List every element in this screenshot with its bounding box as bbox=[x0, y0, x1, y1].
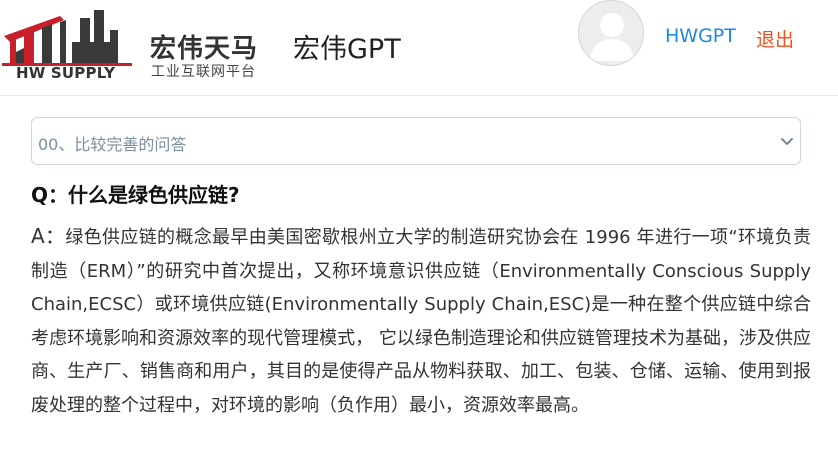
answer-text: 绿色供应链的概念最早由美国密歇根州立大学的制造研究协会在 1996 年进行一项“… bbox=[31, 227, 811, 416]
company-tagline: 工业互联网平台 bbox=[151, 64, 256, 80]
chevron-down-icon bbox=[781, 138, 793, 145]
user-link[interactable]: HWGPT bbox=[665, 25, 736, 47]
avatar[interactable] bbox=[578, 0, 644, 66]
logout-link[interactable]: 退出 bbox=[756, 25, 794, 52]
answer-block: A：绿色供应链的概念最早由美国密歇根州立大学的制造研究协会在 1996 年进行一… bbox=[31, 220, 811, 422]
company-name: 宏伟天马 bbox=[150, 34, 259, 64]
question-text: Q：什么是绿色供应链? bbox=[31, 183, 240, 207]
brand-sub-label: HW SUPPLY bbox=[16, 64, 116, 82]
header-divider bbox=[0, 95, 838, 96]
user-icon bbox=[590, 13, 634, 61]
app-title: 宏伟GPT bbox=[293, 34, 401, 65]
answer-prefix: A： bbox=[31, 224, 66, 248]
logo-graphic bbox=[2, 10, 132, 66]
qa-select-value: 00、比较完善的问答 bbox=[38, 135, 187, 154]
hw-supply-logo: HW SUPPLY bbox=[2, 8, 134, 84]
qa-select[interactable]: 00、比较完善的问答 bbox=[31, 117, 801, 165]
app-header: HW SUPPLY 宏伟天马 工业互联网平台 宏伟GPT HWGPT 退出 bbox=[0, 0, 838, 95]
